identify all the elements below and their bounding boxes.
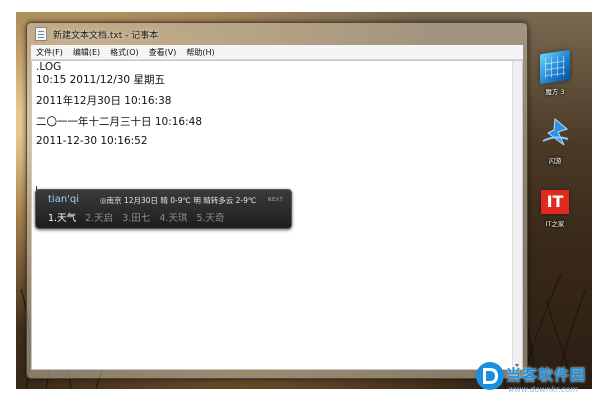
desktop-icon-it-home[interactable]: IT IT之家 <box>530 190 580 228</box>
window-title: 新建文本文档.txt - 记事本 <box>53 30 159 41</box>
editor-line: 10:15 2011/12/30 星期五 <box>36 74 165 86</box>
ime-candidate[interactable]: 3.田七 <box>122 213 150 224</box>
notepad-window[interactable]: 新建文本文档.txt - 记事本 文件(F) 编辑(E) 格式(O) 查看(V)… <box>26 22 528 379</box>
menu-view[interactable]: 查看(V) <box>144 47 182 58</box>
it-home-icon: IT <box>541 190 569 214</box>
notepad-icon <box>35 27 47 41</box>
ime-pinyin: tian'qi <box>48 194 80 205</box>
desktop: 新建文本文档.txt - 记事本 文件(F) 编辑(E) 格式(O) 查看(V)… <box>16 12 592 389</box>
watermark-url: www.downkr.com <box>508 385 579 394</box>
desktop-icon-magic-cube[interactable]: 魔方 3 <box>530 49 580 96</box>
menu-format[interactable]: 格式(O) <box>105 47 144 58</box>
menu-edit[interactable]: 编辑(E) <box>68 47 105 58</box>
text-editor[interactable]: .LOG 10:15 2011/12/30 星期五 2011年12月30日 10… <box>31 60 523 370</box>
menu-file[interactable]: 文件(F) <box>31 47 68 58</box>
magic-cube-icon <box>540 49 570 85</box>
desktop-icon-flash-browser[interactable]: 闪游 <box>530 117 580 165</box>
ime-candidate-list: 1.天气 2.天启 3.田七 4.天琪 5.天奇 <box>48 210 231 224</box>
ime-weather-info: ◎南京 12月30日 晴 0-9℃ 明 晴转多云 2-9℃ <box>100 196 257 205</box>
editor-line: 二〇一一年十二月三十日 10:16:48 <box>36 116 202 128</box>
watermark-text: 当客软件园 <box>506 366 587 384</box>
vertical-scrollbar[interactable] <box>512 61 522 369</box>
ime-candidate[interactable]: 4.天琪 <box>159 213 187 224</box>
flash-browser-icon <box>542 118 569 146</box>
desktop-icon-label: 魔方 3 <box>545 88 565 96</box>
menu-help[interactable]: 帮助(H) <box>181 47 219 58</box>
downkr-logo-icon <box>476 362 504 390</box>
editor-line: 2011年12月30日 10:16:38 <box>36 95 172 107</box>
menu-bar: 文件(F) 编辑(E) 格式(O) 查看(V) 帮助(H) <box>31 45 523 60</box>
desktop-icon-label: 闪游 <box>548 157 562 165</box>
editor-line: 2011-12-30 10:16:52 <box>36 135 148 147</box>
ime-logo-tag: NEXT <box>267 197 283 203</box>
ime-candidate[interactable]: 2.天启 <box>85 213 113 224</box>
ime-candidate[interactable]: 1.天气 <box>48 213 76 224</box>
title-bar[interactable]: 新建文本文档.txt - 记事本 <box>27 23 527 45</box>
site-watermark: 当客软件园 www.downkr.com <box>472 358 608 405</box>
ime-candidate-window: tian'qi ◎南京 12月30日 晴 0-9℃ 明 晴转多云 2-9℃ NE… <box>35 189 292 229</box>
ime-candidate[interactable]: 5.天奇 <box>196 213 224 224</box>
desktop-icon-label: IT之家 <box>545 220 565 228</box>
